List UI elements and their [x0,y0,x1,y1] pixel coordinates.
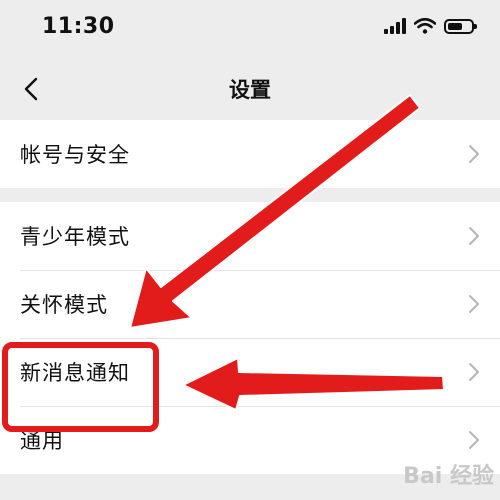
settings-item-account-security[interactable]: 帐号与安全 [0,120,500,188]
status-time: 11:30 [42,14,115,39]
status-icons [384,18,477,34]
chevron-right-icon [469,431,479,449]
page-title: 设置 [229,78,271,102]
settings-item-label: 帐号与安全 [20,143,130,167]
nav-bar: 设置 [0,62,500,117]
chevron-right-icon [469,227,479,245]
chevron-right-icon [469,295,479,313]
wifi-icon [414,18,436,34]
signal-icon [384,18,406,34]
settings-item-care-mode[interactable]: 关怀模式 [0,270,500,338]
status-bar: 11:30 [0,0,500,62]
settings-item-label: 通用 [20,429,64,453]
settings-group-account: 帐号与安全 [0,120,500,188]
settings-item-new-message-notifications[interactable]: 新消息通知 [0,338,500,406]
chevron-right-icon [469,145,479,163]
settings-item-label: 青少年模式 [20,225,130,249]
settings-item-label: 关怀模式 [20,293,108,317]
watermark: Bai 经验 [403,464,494,489]
chevron-right-icon [469,363,479,381]
settings-group-general: 青少年模式 关怀模式 新消息通知 通用 [0,202,500,474]
battery-icon [444,18,477,34]
settings-item-teen-mode[interactable]: 青少年模式 [0,202,500,270]
settings-item-label: 新消息通知 [20,361,130,385]
